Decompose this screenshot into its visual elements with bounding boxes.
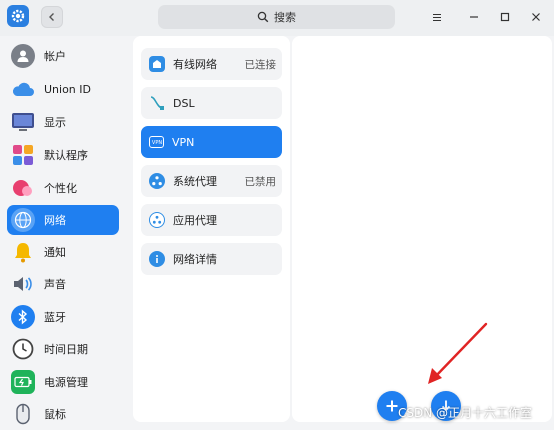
bluetooth-icon	[11, 305, 35, 329]
sidebar-item-label: 显示	[44, 116, 66, 129]
menu-item-app-proxy[interactable]: 应用代理	[141, 204, 282, 236]
back-button[interactable]	[41, 6, 63, 28]
watermark-text: CSDN @正月十六工作室	[398, 406, 533, 420]
menu-item-network-details[interactable]: 网络详情	[141, 243, 282, 275]
settings-gear-icon	[7, 5, 29, 27]
close-icon	[532, 13, 540, 21]
hamburger-menu-icon	[433, 13, 441, 21]
close-button[interactable]	[526, 7, 546, 27]
sidebar-item-account[interactable]: 帐户	[7, 41, 119, 71]
sidebar-item-label: 蓝牙	[44, 311, 66, 324]
menu-item-label: DSL	[173, 96, 195, 110]
sidebar-item-label: Union ID	[44, 82, 91, 96]
sidebar: 帐户 Union ID 显示 默认程序 个性化 网络 通知 声音 蓝牙 时间日期…	[0, 36, 126, 430]
chevron-left-icon	[49, 13, 54, 21]
clock-icon	[11, 337, 35, 361]
sidebar-item-label: 鼠标	[44, 408, 66, 421]
search-placeholder: 搜索	[274, 11, 296, 24]
menu-item-dsl[interactable]: DSL	[141, 87, 282, 119]
search-icon	[257, 11, 269, 23]
sidebar-item-label: 网络	[44, 214, 66, 227]
sidebar-item-label: 通知	[44, 246, 66, 259]
svg-text:VPN: VPN	[151, 140, 161, 145]
sidebar-item-label: 声音	[44, 278, 66, 291]
maximize-icon	[500, 12, 510, 22]
sidebar-item-datetime[interactable]: 时间日期	[7, 334, 119, 364]
account-icon	[11, 44, 35, 68]
app-proxy-icon	[149, 212, 165, 228]
sidebar-item-display[interactable]: 显示	[7, 107, 119, 137]
sidebar-item-personalization[interactable]: 个性化	[7, 173, 119, 203]
default-apps-icon	[11, 143, 35, 167]
plus-icon	[386, 400, 398, 412]
minimize-button[interactable]	[464, 7, 484, 27]
menu-button[interactable]	[427, 7, 447, 27]
sidebar-item-label: 帐户	[44, 50, 66, 63]
display-icon	[11, 110, 35, 134]
speaker-icon	[11, 272, 35, 296]
minimize-icon	[470, 16, 478, 18]
sidebar-item-network[interactable]: 网络	[7, 205, 119, 235]
battery-icon	[11, 370, 35, 394]
personalization-icon	[11, 176, 35, 200]
system-proxy-icon	[149, 173, 165, 189]
status-text: 已禁用	[244, 175, 277, 188]
sidebar-item-default-apps[interactable]: 默认程序	[7, 140, 119, 170]
network-globe-icon	[11, 208, 35, 232]
search-box[interactable]: 搜索	[158, 5, 395, 29]
status-text: 已连接	[244, 58, 277, 71]
sidebar-item-label: 个性化	[44, 182, 77, 195]
menu-item-label: VPN	[172, 135, 195, 149]
info-icon	[149, 251, 165, 267]
sidebar-item-sound[interactable]: 声音	[7, 269, 119, 299]
menu-item-system-proxy[interactable]: 系统代理 已禁用	[141, 165, 282, 197]
sidebar-item-label: 时间日期	[44, 343, 88, 356]
title-bar: 搜索	[0, 0, 554, 36]
menu-item-vpn[interactable]: VPN VPN	[141, 126, 282, 158]
sidebar-item-bluetooth[interactable]: 蓝牙	[7, 302, 119, 332]
sidebar-item-mouse[interactable]: 鼠标	[7, 399, 119, 429]
menu-item-label: 应用代理	[173, 214, 217, 227]
network-menu-panel: 有线网络 已连接 DSL VPN VPN 系统代理 已禁用 应用代理 网络详情	[133, 36, 290, 422]
sidebar-item-power[interactable]: 电源管理	[7, 367, 119, 397]
menu-item-wired-network[interactable]: 有线网络 已连接	[141, 48, 282, 80]
wired-network-icon	[149, 56, 165, 72]
sidebar-item-label: 电源管理	[44, 376, 88, 389]
menu-item-label: 系统代理	[173, 175, 217, 188]
menu-item-label: 网络详情	[173, 253, 217, 266]
menu-item-label: 有线网络	[173, 58, 217, 71]
mouse-icon	[11, 402, 35, 426]
cloud-icon	[11, 77, 35, 101]
vpn-icon: VPN	[149, 136, 164, 148]
sidebar-item-label: 默认程序	[44, 149, 88, 162]
sidebar-item-notification[interactable]: 通知	[7, 237, 119, 267]
annotation-arrow-icon	[428, 322, 488, 384]
dsl-icon	[149, 95, 165, 111]
maximize-button[interactable]	[495, 7, 515, 27]
bell-icon	[11, 240, 35, 264]
sidebar-item-union-id[interactable]: Union ID	[7, 74, 119, 104]
